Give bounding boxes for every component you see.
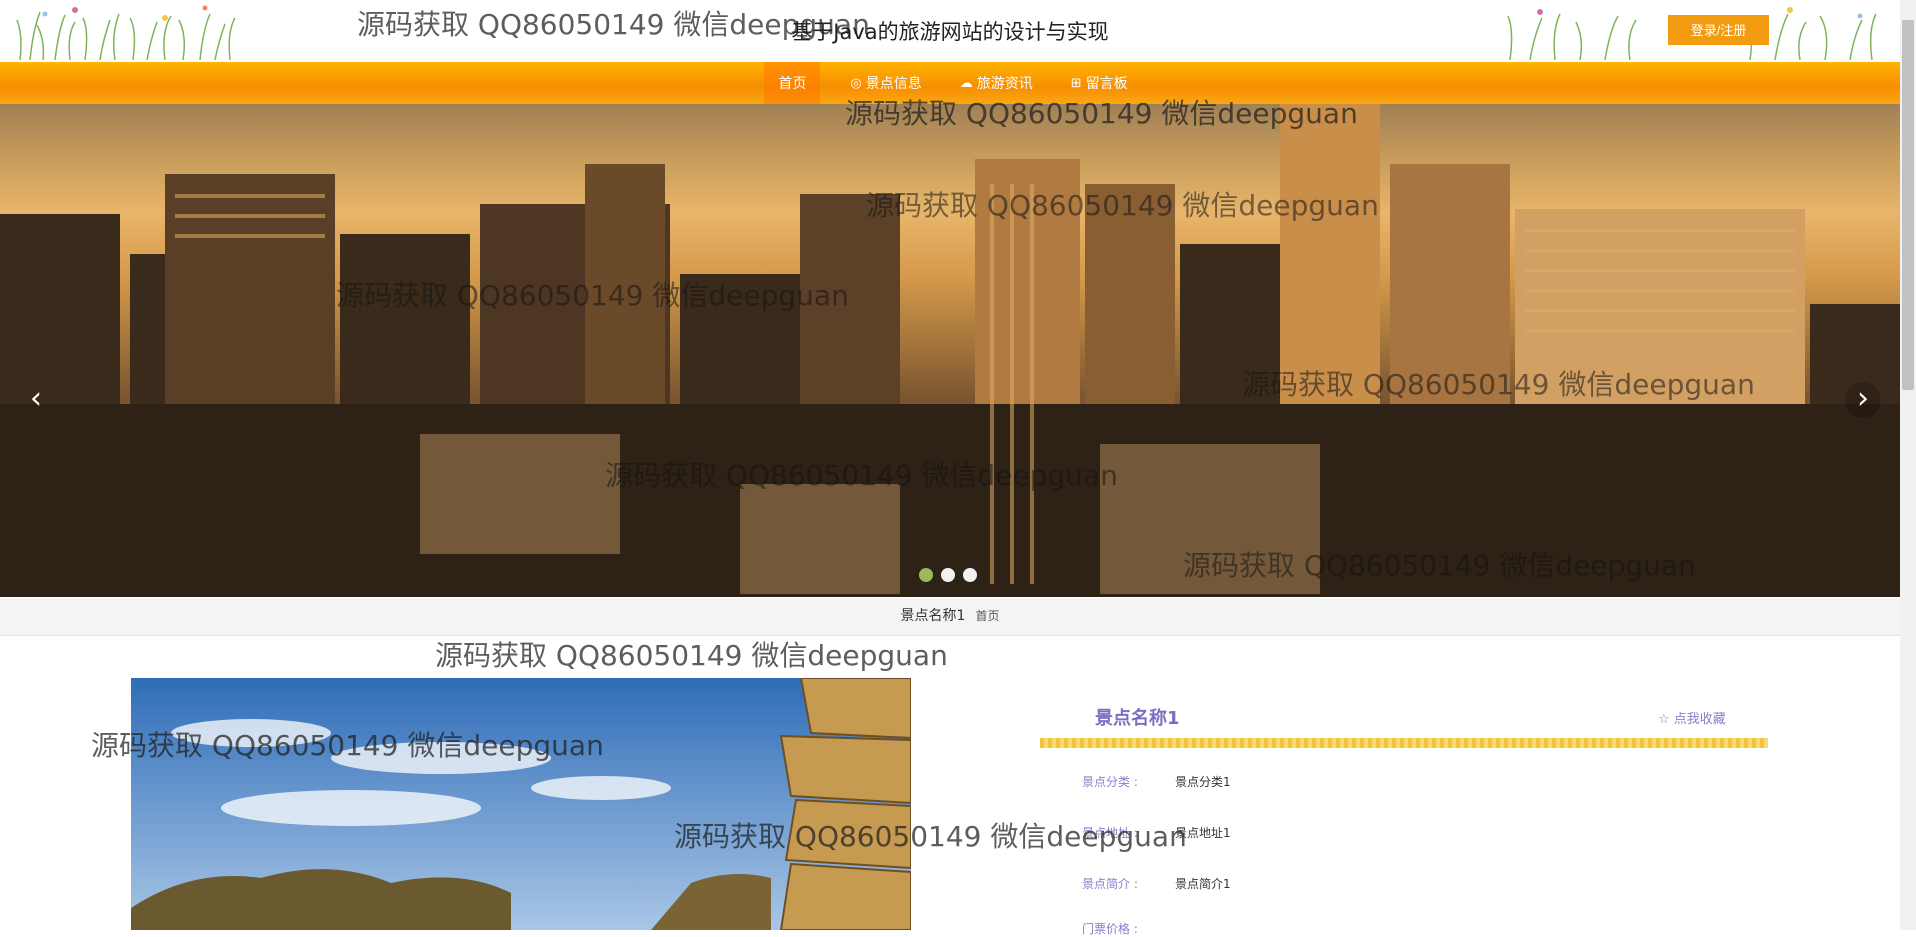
attraction-photo <box>131 678 911 930</box>
login-register-button[interactable]: 登录/注册 <box>1668 15 1769 45</box>
carousel-indicators <box>919 568 977 582</box>
breadcrumb-home-link[interactable]: 首页 <box>975 609 999 623</box>
watermark-text: 源码获取 QQ86050149 微信deepguan <box>435 639 948 672</box>
message-board-icon: ⊞ <box>1070 75 1082 91</box>
city-skyline-illustration <box>0 104 1900 597</box>
site-header: 基于Java的旅游网站的设计与实现 登录/注册 <box>0 0 1900 60</box>
nav-item-label: 旅游资讯 <box>976 76 1033 92</box>
info-label: 景点分类 : <box>1082 775 1138 789</box>
carousel-dot[interactable] <box>919 568 933 582</box>
title-divider <box>1040 738 1768 748</box>
info-label: 景点简介 : <box>1082 877 1138 891</box>
carousel-dot[interactable] <box>941 568 955 582</box>
attraction-name: 景点名称1 <box>1095 708 1180 729</box>
scrollbar-thumb[interactable] <box>1902 20 1914 390</box>
nav-item-label: 景点信息 <box>865 76 922 92</box>
info-value: 景点简介1 <box>1175 877 1231 891</box>
nav-item-label: 首页 <box>778 76 807 92</box>
site-title: 基于Java的旅游网站的设计与实现 <box>791 20 1109 44</box>
watermark-text: 源码获取 QQ86050149 微信deepguan <box>1183 549 1696 582</box>
watermark-text: 源码获取 QQ86050149 微信deepguan <box>336 279 849 312</box>
nav-item-home[interactable]: 首页 <box>764 62 821 104</box>
breadcrumb-current: 景点名称1 <box>900 608 966 624</box>
news-icon: ☁ <box>959 75 973 91</box>
page-scrollbar[interactable] <box>1900 0 1916 930</box>
watermark-text: 源码获取 QQ86050149 微信deepguan <box>605 459 1118 492</box>
carousel-dot[interactable] <box>963 568 977 582</box>
carousel-prev-button[interactable]: ‹ <box>18 382 54 418</box>
watermark-text: 源码获取 QQ86050149 微信deepguan <box>674 820 1187 853</box>
watermark-text: 源码获取 QQ86050149 微信deepguan <box>845 97 1358 130</box>
watermark-text: 源码获取 QQ86050149 微信deepguan <box>1242 368 1755 401</box>
watermark-text: 源码获取 QQ86050149 微信deepguan <box>357 8 870 41</box>
hero-carousel: ‹ › <box>0 104 1900 597</box>
attraction-image <box>131 678 911 930</box>
favorite-button[interactable]: ☆ 点我收藏 <box>1658 708 1726 727</box>
carousel-next-button[interactable]: › <box>1845 382 1881 418</box>
watermark-text: 源码获取 QQ86050149 微信deepguan <box>866 189 1379 222</box>
info-value: 景点分类1 <box>1175 775 1231 789</box>
watermark-text: 源码获取 QQ86050149 微信deepguan <box>91 729 604 762</box>
info-label: 门票价格 : <box>1082 922 1138 936</box>
nav-item-label: 留言板 <box>1085 76 1128 92</box>
breadcrumb: 景点名称1 首页 <box>0 598 1900 636</box>
map-pin-icon: ◎ <box>850 75 862 91</box>
